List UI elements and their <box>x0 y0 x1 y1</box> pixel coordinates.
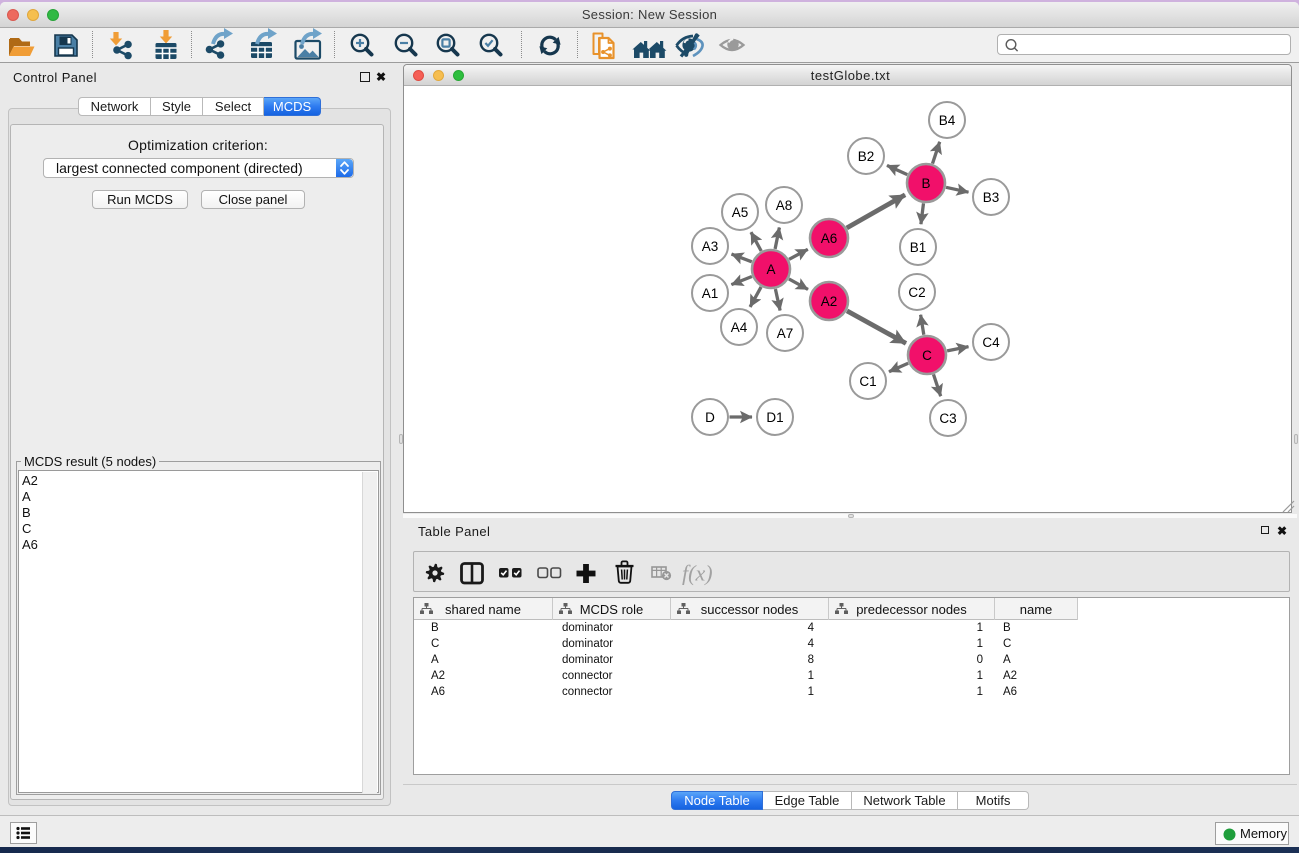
svg-text:A2: A2 <box>821 294 838 309</box>
svg-text:C2: C2 <box>908 285 925 300</box>
svg-text:A6: A6 <box>821 231 838 246</box>
svg-text:f(x): f(x) <box>682 561 713 586</box>
svg-text:D: D <box>705 410 715 425</box>
svg-text:B1: B1 <box>910 240 927 255</box>
svg-text:B: B <box>921 176 930 191</box>
svg-text:B2: B2 <box>858 149 875 164</box>
svg-text:C3: C3 <box>939 411 956 426</box>
svg-text:A5: A5 <box>732 205 749 220</box>
svg-text:A7: A7 <box>777 326 794 341</box>
svg-text:C: C <box>922 348 932 363</box>
svg-text:B3: B3 <box>983 190 1000 205</box>
svg-text:A8: A8 <box>776 198 793 213</box>
svg-text:C1: C1 <box>859 374 876 389</box>
svg-text:C4: C4 <box>982 335 1000 350</box>
svg-text:A4: A4 <box>731 320 748 335</box>
svg-text:B4: B4 <box>939 113 956 128</box>
svg-text:A3: A3 <box>702 239 719 254</box>
svg-text:A1: A1 <box>702 286 719 301</box>
svg-text:D1: D1 <box>766 410 783 425</box>
svg-text:A: A <box>766 262 775 277</box>
